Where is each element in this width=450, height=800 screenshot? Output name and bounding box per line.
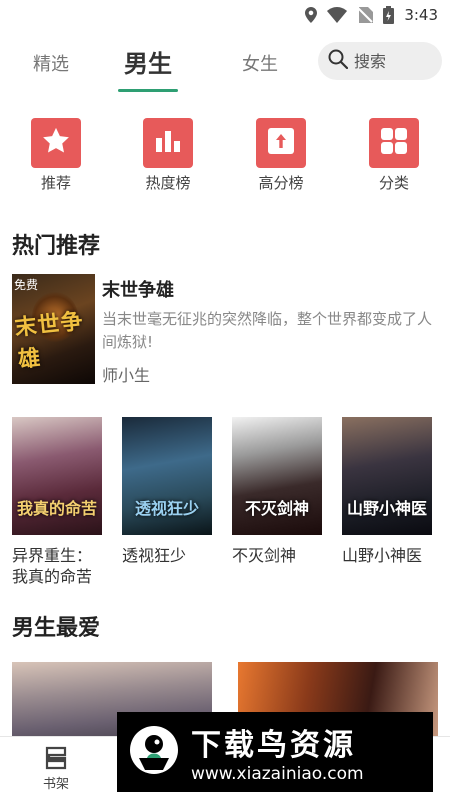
featured-book-cover[interactable]: 免费 末世争雄 [12,274,95,384]
book-cover: 透视狂少 [122,417,212,535]
tab-female[interactable]: 女生 [242,50,278,76]
featured-book-description: 当末世毫无征兆的突然降临，整个世界都变成了人间炼狱! [102,310,433,351]
nav-bookshelf[interactable]: 书架 [26,745,86,792]
free-badge: 免费 [14,278,39,292]
wifi-icon [327,7,348,23]
watermark-banner: 下载鸟资源 www.xiazainiao.com [117,712,433,792]
bookshelf-icon [43,745,69,771]
book-cover: 不灭剑神 [232,417,322,535]
star-icon [41,126,71,160]
quick-link-label: 分类 [378,174,409,192]
section-title-hot: 热门推荐 [12,234,101,259]
watermark-url: www.xiazainiao.com [191,764,364,784]
quick-link-top-rated[interactable]: 高分榜 [251,118,311,193]
battery-icon [383,6,395,24]
nav-label: 书架 [42,777,69,792]
book-card[interactable]: 山野小神医 山野小神医 [342,417,432,589]
cover-title-art: 末世争雄 [13,309,85,373]
location-icon [305,7,318,23]
discover-content: 推荐 热度榜 高分榜 分类 热门推荐 免费 末世争雄 末世争雄 当末世毫无征兆的… [0,92,450,736]
bird-logo-icon [127,722,181,782]
status-bar: 3:43 [0,0,450,32]
quick-link-label: 热度榜 [145,174,191,192]
quick-link-label: 高分榜 [258,174,304,192]
book-title: 不灭剑神 [232,546,297,565]
search-icon [328,49,349,73]
top-nav: 精选 男生 女生 [0,32,450,92]
featured-book-author: 师小生 [102,366,151,385]
book-cover: 山野小神医 [342,417,432,535]
tab-male[interactable]: 男生 [124,44,172,79]
cover-title-art: 透视狂少 [134,499,199,518]
book-title: 异界重生：我真的命苦啊 [12,546,93,589]
book-card[interactable]: 不灭剑神 不灭剑神 [232,417,322,589]
book-card[interactable]: 透视狂少 透视狂少 [122,417,212,589]
quick-link-category[interactable]: 分类 [364,118,424,193]
section-title-favorites: 男生最爱 [12,616,101,641]
book-cover: 我真的命苦 [12,417,102,535]
book-card[interactable]: 我真的命苦 异界重生：我真的命苦啊 [12,417,102,589]
no-sim-icon [357,7,374,23]
featured-book-title[interactable]: 末世争雄 [102,276,174,302]
search-box[interactable] [318,42,442,80]
cover-title-art: 山野小神医 [346,499,427,518]
arrow-up-icon [266,126,296,160]
book-title: 透视狂少 [122,546,187,565]
quick-link-popularity[interactable]: 热度榜 [138,118,198,193]
search-input[interactable] [354,51,424,71]
bar-chart-icon [153,126,183,160]
clock: 3:43 [404,6,438,24]
quick-link-label: 推荐 [40,174,71,192]
cover-title-art: 不灭剑神 [244,499,309,518]
watermark-title: 下载鸟资源 [191,728,356,763]
quick-link-recommend[interactable]: 推荐 [26,118,86,193]
cover-title-art: 我真的命苦 [16,499,97,518]
book-title: 山野小神医 [342,546,423,565]
tab-featured[interactable]: 精选 [33,50,69,76]
grid-icon [379,126,409,160]
